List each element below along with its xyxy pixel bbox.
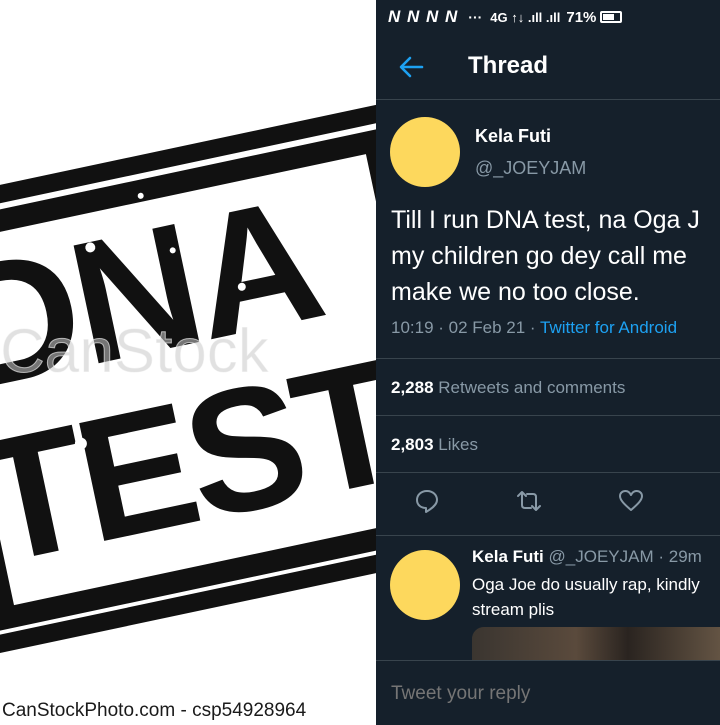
tweet-text-line: Till I run DNA test, na Oga J <box>391 206 700 234</box>
likes-label: Likes <box>438 435 478 454</box>
retweets-label: Retweets and comments <box>438 378 626 397</box>
reply-author-name[interactable]: Kela Futi <box>472 547 544 566</box>
tweet-time: 10:19 · 02 Feb 21 · <box>391 318 541 337</box>
tweet-text-line: make we no too close. <box>391 278 640 306</box>
signal-icon: 4G ↑↓ .ıll .ıll <box>490 9 561 25</box>
divider <box>376 472 720 473</box>
tweet-timestamp: 10:19 · 02 Feb 21 · Twitter for Android <box>391 318 677 338</box>
like-icon[interactable] <box>618 488 644 514</box>
back-arrow-icon[interactable] <box>398 52 424 82</box>
retweet-icon[interactable] <box>516 488 542 514</box>
battery-percent: 71% <box>566 8 597 26</box>
header: Thread <box>376 34 720 100</box>
reply-header: Kela Futi @_JOEYJAM · 29m <box>472 547 702 567</box>
page-title: Thread <box>468 52 549 79</box>
avatar[interactable] <box>390 117 460 187</box>
stock-credit: CanStockPhoto.com - csp54928964 <box>2 700 307 721</box>
dna-test-stamp: DNA TEST CanStock <box>0 102 376 655</box>
twitter-thread-screen: N N N N ··· 4G ↑↓ .ıll .ıll 71% Thread K… <box>376 0 720 725</box>
tweet-text: Till I run DNA test, na Oga J my childre… <box>391 202 720 310</box>
reply-input[interactable] <box>391 683 711 705</box>
avatar[interactable] <box>390 550 460 620</box>
reply-text: Oga Joe do usually rap, kindly stream pl… <box>472 575 700 619</box>
reply-composer <box>376 660 720 725</box>
likes-count: 2,803 <box>391 435 434 454</box>
author-handle[interactable]: @_JOEYJAM <box>475 158 586 179</box>
retweets-stat[interactable]: 2,288 Retweets and comments <box>391 378 625 398</box>
reply-icon[interactable] <box>414 488 440 514</box>
dna-test-stock-image: DNA TEST CanStock CanStockPhoto.com - cs… <box>0 0 376 725</box>
divider <box>376 358 720 359</box>
status-bar: N N N N ··· 4G ↑↓ .ıll .ıll 71% <box>376 0 720 34</box>
carrier-icons: N N N N <box>388 7 459 26</box>
divider <box>376 415 720 416</box>
canstock-watermark: CanStock <box>0 317 270 386</box>
author-name[interactable]: Kela Futi <box>475 126 551 147</box>
likes-stat[interactable]: 2,803 Likes <box>391 435 478 455</box>
more-notifications-icon: ··· <box>468 9 483 25</box>
tweet-source-link[interactable]: Twitter for Android <box>540 318 677 337</box>
tweet-text-line: my children go dey call me <box>391 242 687 270</box>
battery-icon <box>600 11 623 23</box>
retweets-count: 2,288 <box>391 378 434 397</box>
battery-level <box>603 14 615 20</box>
reply-tweet[interactable]: Kela Futi @_JOEYJAM · 29m Oga Joe do usu… <box>376 535 720 667</box>
reply-handle-time: @_JOEYJAM · 29m <box>543 547 702 566</box>
